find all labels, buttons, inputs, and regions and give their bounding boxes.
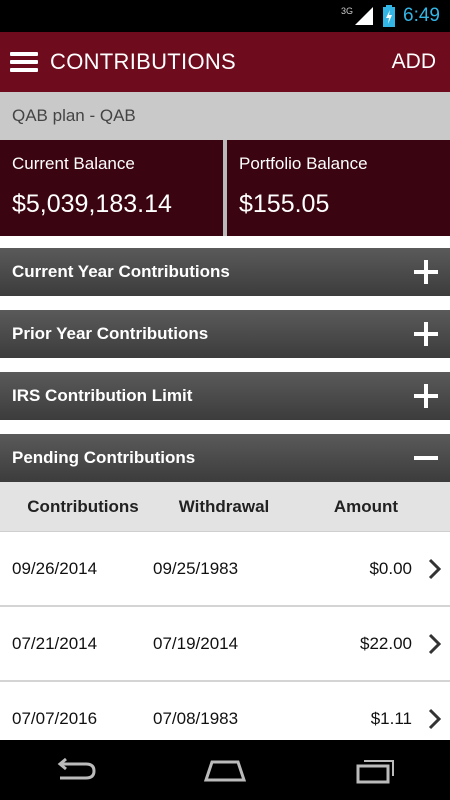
plan-name: QAB plan - QAB (0, 92, 450, 140)
status-bar: 3G 6:49 (0, 0, 450, 32)
chevron-right-icon[interactable] (420, 707, 450, 731)
network-type: 3G (341, 6, 354, 16)
section-label: IRS Contribution Limit (12, 386, 193, 405)
app-bar: CONTRIBUTIONS ADD (0, 32, 450, 92)
withdrawal-date: 07/19/2014 (153, 633, 239, 653)
hamburger-icon[interactable] (10, 52, 38, 72)
portfolio-balance-value: $155.05 (239, 190, 330, 218)
current-balance-label: Current Balance (12, 154, 135, 173)
amount: $1.11 (370, 708, 412, 728)
table-row[interactable]: 09/26/2014 09/25/1983 $0.00 (0, 532, 450, 607)
battery-charging-icon (383, 5, 396, 27)
chevron-right-icon[interactable] (420, 632, 450, 656)
column-header-withdrawal: Withdrawal (178, 496, 270, 516)
signal-icon (355, 7, 374, 25)
chevron-right-icon[interactable] (420, 557, 450, 581)
system-navigation-bar (0, 740, 450, 800)
section-current-year-contributions[interactable]: Current Year Contributions (0, 248, 450, 296)
back-icon[interactable] (52, 756, 98, 784)
minus-icon[interactable] (414, 446, 438, 470)
pending-contributions-list: 09/26/2014 09/25/1983 $0.00 07/21/2014 0… (0, 532, 450, 740)
contribution-date: 07/21/2014 (12, 633, 98, 653)
plus-icon[interactable] (414, 322, 438, 346)
section-label: Prior Year Contributions (12, 324, 209, 343)
add-button[interactable]: ADD (392, 50, 436, 74)
column-header-contributions: Contributions (27, 496, 139, 516)
pending-table-header: Contributions Withdrawal Amount (0, 482, 450, 532)
recent-apps-icon[interactable] (352, 756, 398, 784)
section-irs-contribution-limit[interactable]: IRS Contribution Limit (0, 372, 450, 420)
section-label: Pending Contributions (12, 448, 196, 467)
withdrawal-date: 07/08/1983 (153, 708, 239, 728)
table-row[interactable]: 07/07/2016 07/08/1983 $1.11 (0, 682, 450, 740)
withdrawal-date: 09/25/1983 (153, 558, 239, 578)
plus-icon[interactable] (414, 260, 438, 284)
contribution-date: 09/26/2014 (12, 558, 98, 578)
page-title: CONTRIBUTIONS (50, 49, 237, 74)
table-row[interactable]: 07/21/2014 07/19/2014 $22.00 (0, 607, 450, 682)
clock: 6:49 (403, 5, 440, 26)
portfolio-balance-label: Portfolio Balance (239, 154, 368, 173)
home-icon[interactable] (202, 756, 248, 784)
amount: $22.00 (360, 633, 412, 653)
plus-icon[interactable] (414, 384, 438, 408)
current-balance-card: Current Balance $5,039,183.14 (0, 140, 223, 236)
column-header-amount: Amount (333, 496, 399, 516)
portfolio-balance-card: Portfolio Balance $155.05 (223, 140, 450, 236)
current-balance-value: $5,039,183.14 (12, 190, 172, 218)
section-label: Current Year Contributions (12, 262, 230, 281)
amount: $0.00 (369, 558, 412, 578)
section-prior-year-contributions[interactable]: Prior Year Contributions (0, 310, 450, 358)
contribution-date: 07/07/2016 (12, 708, 98, 728)
section-pending-contributions[interactable]: Pending Contributions (0, 434, 450, 482)
balance-panel: Current Balance $5,039,183.14 Portfolio … (0, 140, 450, 236)
